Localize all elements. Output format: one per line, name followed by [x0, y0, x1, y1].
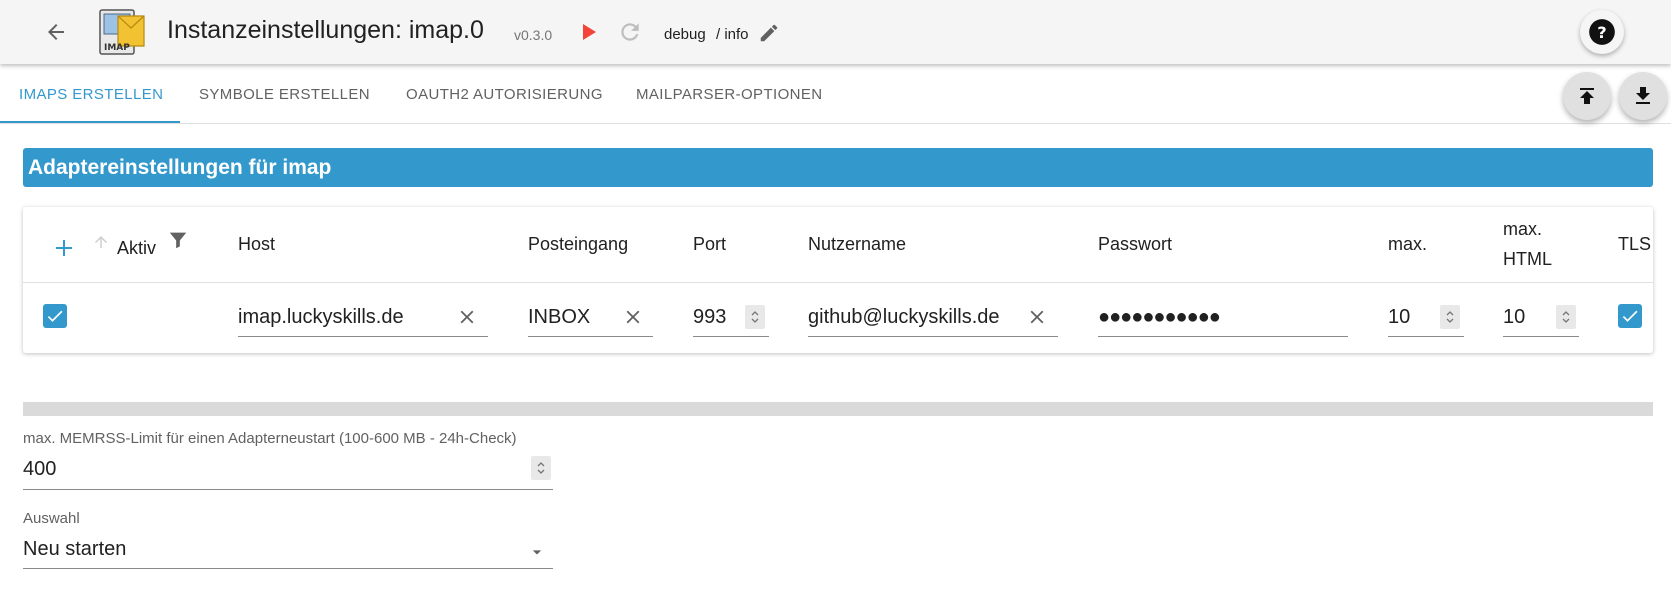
auswahl-value: Neu starten — [23, 538, 127, 560]
upload-settings-button[interactable] — [1563, 72, 1611, 120]
download-icon — [1636, 87, 1650, 104]
help-circle-icon: ? — [1589, 19, 1615, 45]
tls-checkbox[interactable] — [1618, 304, 1642, 328]
max-html-input[interactable]: 10 — [1503, 306, 1525, 329]
tab-imaps-erstellen[interactable]: IMAPS ERSTELLEN — [19, 86, 163, 103]
column-header-username[interactable]: Nutzername — [808, 234, 906, 255]
max-html-stepper[interactable] — [1556, 305, 1576, 329]
check-icon — [47, 310, 63, 322]
clear-host-button[interactable] — [456, 306, 478, 328]
section-divider — [23, 402, 1653, 416]
clear-inbox-button[interactable] — [622, 306, 644, 328]
version-label: v0.3.0 — [514, 27, 553, 43]
loglevel-info-label: / info — [716, 26, 749, 43]
loglevel-label: debug — [664, 26, 706, 43]
reload-button[interactable] — [617, 19, 643, 45]
password-input[interactable]: ●●●●●●●●●●● — [1098, 306, 1221, 329]
filter-button[interactable] — [167, 228, 189, 252]
edit-loglevel-button[interactable] — [758, 22, 780, 44]
auswahl-label: Auswahl — [23, 510, 80, 527]
column-header-password[interactable]: Passwort — [1098, 234, 1172, 255]
check-icon — [1622, 310, 1638, 322]
plus-icon — [56, 240, 72, 256]
port-stepper[interactable] — [745, 305, 765, 329]
memrss-input[interactable]: 400 — [23, 458, 56, 481]
auswahl-select[interactable]: Neu starten — [23, 532, 553, 568]
column-header-port[interactable]: Port — [693, 234, 726, 255]
username-underline — [808, 336, 1058, 337]
start-adapter-button[interactable] — [578, 20, 600, 44]
auswahl-underline — [23, 568, 553, 569]
stepper-icon — [751, 311, 759, 323]
back-button[interactable] — [36, 12, 76, 52]
download-settings-button[interactable] — [1619, 72, 1667, 120]
inbox-input[interactable]: INBOX — [528, 306, 590, 329]
logo-text: IMAP — [104, 43, 130, 53]
tab-oauth2-autorisierung[interactable]: OAUTH2 AUTORISIERUNG — [406, 86, 603, 103]
play-icon — [583, 24, 596, 40]
clear-username-button[interactable] — [1026, 306, 1048, 328]
column-header-max-html-line1[interactable]: max. — [1503, 219, 1542, 240]
memrss-label: max. MEMRSS-Limit für einen Adapterneust… — [23, 430, 517, 447]
column-header-active[interactable]: Aktiv — [117, 238, 156, 259]
column-header-tls[interactable]: TLS — [1618, 234, 1651, 255]
memrss-underline — [23, 489, 553, 490]
column-header-max-html-line2[interactable]: HTML — [1503, 249, 1552, 270]
help-button[interactable]: ? — [1580, 10, 1624, 54]
add-row-button[interactable] — [52, 236, 76, 260]
refresh-icon — [621, 23, 639, 41]
table-header-divider — [23, 282, 1653, 283]
max-underline — [1388, 336, 1464, 337]
port-underline — [693, 336, 769, 337]
sort-active-button[interactable] — [92, 233, 110, 251]
host-input[interactable]: imap.luckyskills.de — [238, 306, 404, 329]
upload-icon — [1580, 88, 1594, 104]
password-underline — [1098, 336, 1348, 337]
pencil-icon — [760, 24, 778, 42]
imap-table — [23, 207, 1653, 353]
tab-symbole-erstellen[interactable]: SYMBOLE ERSTELLEN — [199, 86, 370, 103]
active-checkbox[interactable] — [43, 304, 67, 328]
port-input[interactable]: 993 — [693, 306, 726, 329]
column-header-inbox[interactable]: Posteingang — [528, 234, 628, 255]
filter-icon — [169, 232, 187, 249]
max-input[interactable]: 10 — [1388, 306, 1410, 329]
close-icon — [460, 310, 474, 324]
svg-text:?: ? — [1597, 23, 1606, 42]
close-icon — [626, 310, 640, 324]
memrss-stepper[interactable] — [531, 456, 551, 480]
section-header: Adaptereinstellungen für imap — [23, 148, 1653, 187]
max-html-underline — [1503, 336, 1579, 337]
tabs-divider — [0, 123, 1671, 124]
max-stepper[interactable] — [1440, 305, 1460, 329]
tab-mailparser-optionen[interactable]: MAILPARSER-OPTIONEN — [636, 86, 823, 103]
active-tab-indicator — [0, 121, 180, 123]
host-underline — [238, 336, 488, 337]
adapter-logo: IMAP — [98, 6, 150, 58]
column-header-max[interactable]: max. — [1388, 234, 1427, 255]
stepper-icon — [537, 462, 545, 474]
chevron-down-icon — [527, 542, 547, 562]
column-header-host[interactable]: Host — [238, 234, 275, 255]
username-input[interactable]: github@luckyskills.de — [808, 306, 1000, 329]
close-icon — [1030, 310, 1044, 324]
inbox-underline — [528, 336, 653, 337]
stepper-icon — [1562, 311, 1570, 323]
stepper-icon — [1446, 311, 1454, 323]
arrow-up-icon — [95, 236, 107, 248]
arrow-left-icon — [48, 24, 64, 40]
page-title: Instanzeinstellungen: imap.0 — [167, 16, 484, 44]
